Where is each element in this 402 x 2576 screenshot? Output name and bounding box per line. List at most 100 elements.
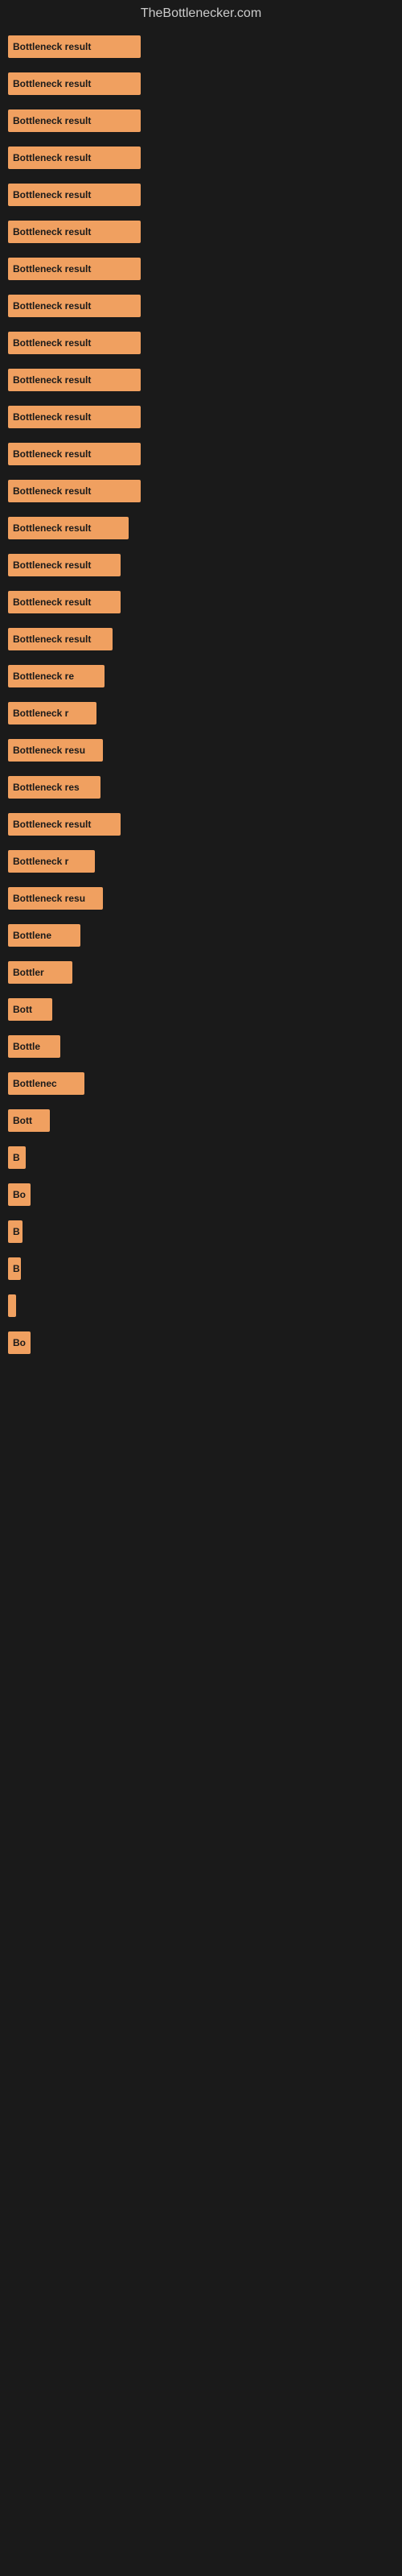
bar-label: B <box>13 1226 20 1237</box>
result-bar[interactable]: Bottleneck r <box>8 850 95 873</box>
bar-row: Bo <box>8 1331 394 1354</box>
result-bar[interactable]: Bottleneck resu <box>8 739 103 762</box>
result-bar[interactable]: Bottlenec <box>8 1072 84 1095</box>
bar-label: Bottleneck r <box>13 856 68 867</box>
result-bar[interactable]: Bottleneck result <box>8 295 141 317</box>
bar-row: Bott <box>8 998 394 1021</box>
bar-row: Bottleneck result <box>8 35 394 58</box>
bar-label: Bottleneck result <box>13 152 91 163</box>
result-bar[interactable]: Bottleneck r <box>8 702 96 724</box>
title-text: TheBottlenecker.com <box>141 6 261 20</box>
bar-row: Bottleneck r <box>8 702 394 724</box>
bar-label: B <box>13 1263 20 1274</box>
bar-row: Bottleneck result <box>8 147 394 169</box>
result-bar[interactable]: Bottleneck result <box>8 406 141 428</box>
result-bar[interactable]: Bottleneck result <box>8 369 141 391</box>
bar-row: Bottleneck result <box>8 369 394 391</box>
bar-label: Bottleneck result <box>13 41 91 52</box>
bar-label: Bottleneck result <box>13 819 91 830</box>
result-bar[interactable]: Bottleneck result <box>8 72 141 95</box>
bar-row: B <box>8 1257 394 1280</box>
bar-row: Bott <box>8 1109 394 1132</box>
bar-row: Bo <box>8 1183 394 1206</box>
result-bar[interactable]: Bott <box>8 1109 50 1132</box>
bar-label: Bottleneck res <box>13 782 80 793</box>
result-bar[interactable]: Bottleneck result <box>8 184 141 206</box>
result-bar[interactable]: Bottleneck result <box>8 813 121 836</box>
bar-row: Bottleneck result <box>8 109 394 132</box>
bar-label: Bottleneck result <box>13 300 91 312</box>
bar-label: Bottlene <box>13 930 51 941</box>
result-bar[interactable]: Bo <box>8 1331 31 1354</box>
result-bar[interactable]: Bottleneck re <box>8 665 105 687</box>
bar-label: Bottleneck result <box>13 263 91 275</box>
bar-row: Bottler <box>8 961 394 984</box>
bar-row: Bottleneck r <box>8 850 394 873</box>
bar-label: Bottleneck result <box>13 634 91 645</box>
bar-row: Bottleneck result <box>8 406 394 428</box>
result-bar[interactable] <box>8 1294 16 1317</box>
bar-label: Bottleneck result <box>13 597 91 608</box>
bar-label: Bottleneck result <box>13 522 91 534</box>
bar-label: Bottleneck resu <box>13 745 85 756</box>
bar-label: Bottleneck result <box>13 189 91 200</box>
bar-row: Bottleneck result <box>8 295 394 317</box>
bar-label: Bottleneck result <box>13 448 91 460</box>
bar-row: Bottleneck result <box>8 628 394 650</box>
bar-label: Bottleneck result <box>13 559 91 571</box>
result-bar[interactable]: Bottleneck result <box>8 109 141 132</box>
result-bar[interactable]: Bottleneck result <box>8 35 141 58</box>
result-bar[interactable]: Bottleneck result <box>8 480 141 502</box>
result-bar[interactable]: Bottleneck res <box>8 776 100 799</box>
bar-label: Bo <box>13 1189 26 1200</box>
bar-label: Bottleneck result <box>13 226 91 237</box>
result-bar[interactable]: B <box>8 1220 23 1243</box>
site-title: TheBottlenecker.com <box>0 0 402 27</box>
bar-row: Bottleneck result <box>8 517 394 539</box>
result-bar[interactable]: Bott <box>8 998 52 1021</box>
bars-container: Bottleneck result Bottleneck result Bottle… <box>0 27 402 1377</box>
result-bar[interactable]: Bo <box>8 1183 31 1206</box>
result-bar[interactable]: Bottler <box>8 961 72 984</box>
bar-row: B <box>8 1146 394 1169</box>
bar-row: Bottleneck result <box>8 554 394 576</box>
bar-label: Bottleneck re <box>13 671 74 682</box>
result-bar[interactable]: Bottleneck resu <box>8 887 103 910</box>
result-bar[interactable]: Bottlene <box>8 924 80 947</box>
bar-label: Bottleneck result <box>13 374 91 386</box>
bar-row: Bottleneck result <box>8 258 394 280</box>
bar-row: Bottleneck re <box>8 665 394 687</box>
bar-row: Bottleneck result <box>8 332 394 354</box>
result-bar[interactable]: Bottleneck result <box>8 554 121 576</box>
result-bar[interactable]: Bottle <box>8 1035 60 1058</box>
bar-label: Bottleneck result <box>13 78 91 89</box>
bar-row: Bottleneck result <box>8 443 394 465</box>
result-bar[interactable]: Bottleneck result <box>8 258 141 280</box>
bar-row: Bottleneck resu <box>8 887 394 910</box>
result-bar[interactable]: B <box>8 1257 21 1280</box>
bar-label: Bottleneck result <box>13 337 91 349</box>
bar-row: Bottleneck result <box>8 72 394 95</box>
bar-row: Bottleneck result <box>8 813 394 836</box>
bar-row: Bottleneck res <box>8 776 394 799</box>
bar-row: Bottle <box>8 1035 394 1058</box>
bar-label: Bottler <box>13 967 44 978</box>
bar-label: Bottle <box>13 1041 40 1052</box>
result-bar[interactable]: Bottleneck result <box>8 443 141 465</box>
bar-label: Bottleneck resu <box>13 893 85 904</box>
bar-label: Bottleneck result <box>13 411 91 423</box>
bar-label: Bott <box>13 1115 32 1126</box>
bar-row: Bottleneck resu <box>8 739 394 762</box>
bar-row: Bottlene <box>8 924 394 947</box>
result-bar[interactable]: Bottleneck result <box>8 221 141 243</box>
bar-label: Bottleneck r <box>13 708 68 719</box>
result-bar[interactable]: Bottleneck result <box>8 517 129 539</box>
result-bar[interactable]: Bottleneck result <box>8 628 113 650</box>
bar-label: Bottleneck result <box>13 115 91 126</box>
bar-row: Bottleneck result <box>8 221 394 243</box>
result-bar[interactable]: Bottleneck result <box>8 332 141 354</box>
result-bar[interactable]: Bottleneck result <box>8 147 141 169</box>
bar-row: Bottlenec <box>8 1072 394 1095</box>
result-bar[interactable]: B <box>8 1146 26 1169</box>
result-bar[interactable]: Bottleneck result <box>8 591 121 613</box>
